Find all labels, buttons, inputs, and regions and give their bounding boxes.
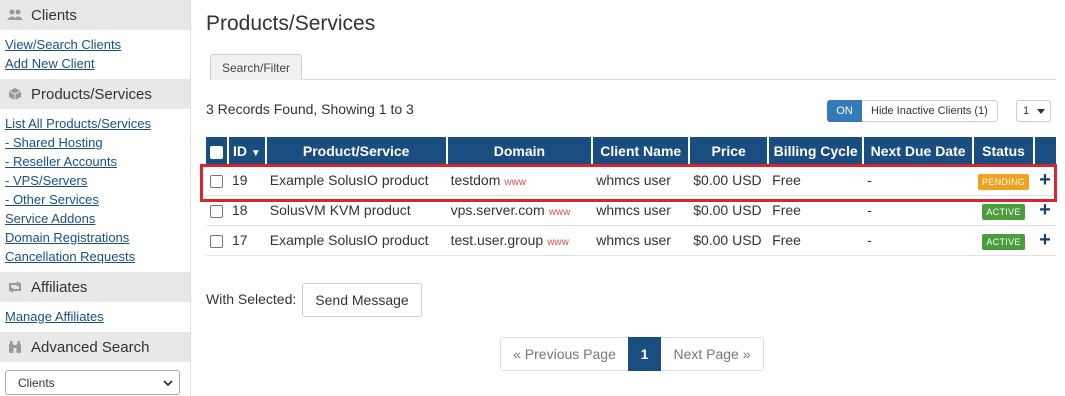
cell-due: - — [863, 195, 974, 226]
hide-inactive-label[interactable]: Hide Inactive Clients (1) — [862, 100, 998, 122]
cell-domain[interactable]: vps.server.com — [451, 202, 545, 218]
toggle-on-switch[interactable]: ON — [827, 100, 862, 122]
table-row: 19 Example SolusIO product testdom www wh… — [206, 165, 1056, 196]
table-row: 18 SolusVM KVM product vps.server.com www… — [206, 195, 1056, 226]
table-row: 17 Example SolusIO product test.user.gro… — [206, 225, 1056, 256]
expand-plus-icon[interactable]: + — [1039, 199, 1051, 221]
sidebar-link-add-new-client[interactable]: Add New Client — [5, 54, 190, 73]
row-checkbox[interactable] — [210, 204, 224, 218]
col-due[interactable]: Next Due Date — [863, 137, 975, 165]
send-message-button[interactable]: Send Message — [302, 283, 422, 317]
col-billing[interactable]: Billing Cycle — [768, 137, 865, 165]
hide-inactive-toggle[interactable]: ON Hide Inactive Clients (1) — [827, 100, 998, 122]
col-product[interactable]: Product/Service — [265, 137, 448, 165]
sidebar-link-service-addons[interactable]: Service Addons — [5, 209, 190, 228]
sidebar-heading-clients: Clients — [0, 0, 190, 30]
sidebar-link-other-services[interactable]: - Other Services — [5, 190, 190, 209]
www-link[interactable]: www — [504, 177, 526, 188]
status-badge: PENDING — [977, 173, 1030, 190]
col-domain[interactable]: Domain — [446, 137, 594, 165]
select-all-checkbox[interactable] — [209, 145, 223, 159]
chevron-down-icon — [163, 376, 173, 390]
tab-bar: Search/Filter — [210, 54, 1056, 80]
cell-id[interactable]: 19 — [227, 165, 266, 196]
sidebar-link-shared-hosting[interactable]: - Shared Hosting — [5, 133, 190, 152]
select-all-header — [206, 137, 229, 165]
sidebar: Clients View/Search Clients Add New Clie… — [0, 0, 191, 396]
users-icon — [6, 7, 24, 23]
sort-down-icon: ▼ — [250, 148, 261, 159]
cell-due: - — [863, 225, 974, 256]
advanced-search-select[interactable]: Clients — [5, 370, 180, 395]
cell-id[interactable]: 18 — [227, 195, 266, 226]
sidebar-link-list-all-products[interactable]: List All Products/Services — [5, 114, 190, 133]
sidebar-link-reseller-accounts[interactable]: - Reseller Accounts — [5, 152, 190, 171]
cell-price: $0.00 USD — [689, 195, 769, 226]
expand-plus-icon[interactable]: + — [1039, 169, 1051, 191]
tab-search-filter[interactable]: Search/Filter — [210, 54, 303, 80]
status-badge: ACTIVE — [982, 204, 1025, 220]
col-id[interactable]: ID ▼ — [227, 137, 267, 165]
sidebar-heading-advanced-search: Advanced Search — [0, 332, 190, 362]
sidebar-link-view-search-clients[interactable]: View/Search Clients — [5, 35, 190, 54]
sidebar-link-vps-servers[interactable]: - VPS/Servers — [5, 171, 190, 190]
cell-client[interactable]: whmcs user — [592, 165, 690, 196]
col-price[interactable]: Price — [689, 137, 770, 165]
cell-client[interactable]: whmcs user — [592, 195, 690, 226]
www-link[interactable]: www — [547, 237, 569, 248]
previous-page-button[interactable]: « Previous Page — [500, 337, 628, 371]
with-selected-label: With Selected: — [206, 291, 297, 307]
page-title: Products/Services — [206, 12, 376, 35]
retweet-icon — [6, 279, 24, 295]
cell-billing: Free — [768, 165, 864, 196]
cell-price: $0.00 USD — [689, 165, 769, 196]
box-icon — [6, 86, 24, 102]
sidebar-link-cancellation-requests[interactable]: Cancellation Requests — [5, 247, 190, 266]
binoculars-icon — [6, 339, 24, 355]
pagination: « Previous Page 1 Next Page » — [500, 337, 764, 371]
expand-plus-icon[interactable]: + — [1039, 229, 1051, 251]
cell-domain[interactable]: testdom — [451, 172, 501, 188]
cell-billing: Free — [768, 225, 864, 256]
status-badge: ACTIVE — [982, 234, 1025, 250]
col-status[interactable]: Status — [973, 137, 1036, 165]
sidebar-link-domain-registrations[interactable]: Domain Registrations — [5, 228, 190, 247]
cell-due: - — [863, 165, 974, 196]
cell-product[interactable]: Example SolusIO product — [265, 165, 447, 196]
records-summary: 3 Records Found, Showing 1 to 3 — [206, 101, 414, 117]
cell-price: $0.00 USD — [689, 225, 769, 256]
www-link[interactable]: www — [549, 207, 571, 218]
current-page-button[interactable]: 1 — [628, 337, 661, 371]
sidebar-heading-products: Products/Services — [0, 79, 190, 109]
sidebar-heading-affiliates: Affiliates — [0, 272, 190, 302]
cell-client[interactable]: whmcs user — [592, 225, 690, 256]
cell-billing: Free — [768, 195, 864, 226]
cell-domain[interactable]: test.user.group — [451, 232, 544, 248]
next-page-button[interactable]: Next Page » — [661, 337, 764, 371]
sidebar-link-manage-affiliates[interactable]: Manage Affiliates — [5, 307, 190, 326]
caret-down-icon — [1037, 105, 1045, 117]
col-client[interactable]: Client Name — [592, 137, 691, 165]
col-actions — [1034, 137, 1056, 165]
cell-product[interactable]: SolusVM KVM product — [265, 195, 447, 226]
cell-product[interactable]: Example SolusIO product — [265, 225, 447, 256]
cell-id[interactable]: 17 — [227, 225, 266, 256]
per-page-select[interactable]: 1 — [1016, 100, 1051, 122]
row-checkbox[interactable] — [210, 174, 224, 188]
products-table: ID ▼ Product/Service Domain Client Name … — [206, 137, 1056, 256]
row-checkbox[interactable] — [210, 234, 224, 248]
